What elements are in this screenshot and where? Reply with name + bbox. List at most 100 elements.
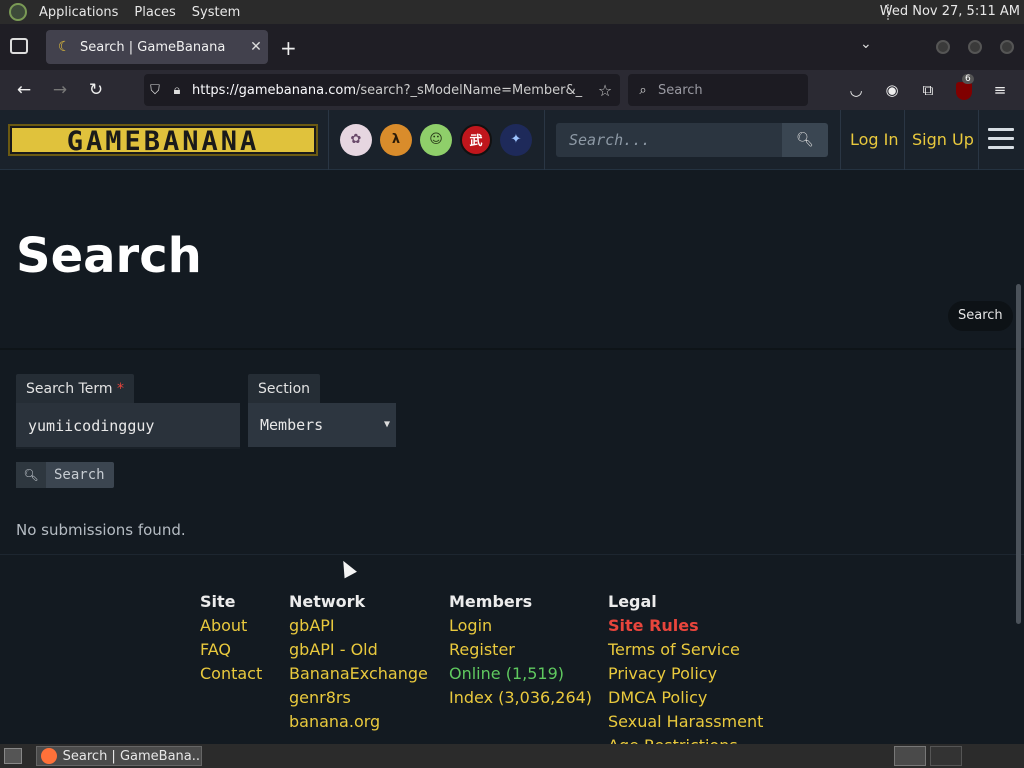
search-term-label: Search Term * — [16, 374, 134, 404]
footer-link-privacy[interactable]: Privacy Policy — [608, 662, 763, 686]
gamebanana-logo[interactable]: GAMEBANANA — [8, 124, 318, 157]
firefox-icon — [41, 748, 57, 764]
page-scrollbar[interactable] — [1016, 284, 1021, 624]
search-term-input[interactable]: yumiicodingguy — [16, 403, 240, 449]
banana-favicon-icon: ☾ — [58, 39, 71, 55]
new-tab-icon[interactable]: + — [280, 36, 297, 60]
search-submit-button[interactable]: 🔍︎ Search — [16, 462, 114, 488]
footer-link-genr8rs[interactable]: genr8rs — [289, 686, 428, 710]
footer-heading: Legal — [608, 592, 657, 611]
chevron-down-icon: ▼ — [383, 419, 390, 430]
header-separator — [840, 110, 841, 170]
footer-link-about[interactable]: About — [200, 614, 262, 638]
search-icon: ⌕ — [639, 82, 647, 98]
footer-link-bananaexchange[interactable]: BananaExchange — [289, 662, 428, 686]
character-avatar-icon[interactable]: ✿ — [340, 124, 372, 156]
header-separator — [328, 110, 329, 170]
applications-logo-icon[interactable] — [9, 3, 27, 21]
footer-column-site: Site About FAQ Contact — [200, 590, 262, 686]
site-search-button[interactable]: 🔍︎ — [782, 123, 828, 157]
search-term-label-text: Search Term — [26, 381, 113, 397]
browser-tab-bar: ☾ Search | GameBanana ✕ + ⌄ — [0, 24, 1024, 70]
chevron-down-icon[interactable]: ⌄ — [860, 36, 872, 52]
footer-heading: Members — [449, 592, 533, 611]
header-separator — [904, 110, 905, 170]
footer-link-dmca[interactable]: DMCA Policy — [608, 686, 763, 710]
navigation-toolbar: ← → ↻ ⛉ 🔒︎ https://gamebanana.com/search… — [0, 70, 1024, 110]
workspace-2-button[interactable] — [930, 746, 962, 766]
minimize-window-icon[interactable] — [936, 40, 950, 54]
footer-divider — [0, 554, 1024, 555]
footer-link-index[interactable]: Index (3,036,264) — [449, 686, 592, 710]
footer-link-age-restrictions[interactable]: Age Restrictions — [608, 734, 763, 744]
no-results-message: No submissions found. — [16, 521, 186, 539]
url-bar[interactable]: ⛉ 🔒︎ https://gamebanana.com/search?_sMod… — [144, 74, 620, 106]
sign-up-link[interactable]: Sign Up — [912, 130, 974, 149]
section-label: Section — [248, 374, 321, 404]
account-icon[interactable]: ◉ — [880, 78, 904, 102]
back-arrow-icon[interactable]: ← — [12, 78, 36, 102]
divider — [0, 348, 1024, 350]
required-marker: * — [116, 381, 124, 397]
anime-game-icon[interactable]: ✦ — [500, 124, 532, 156]
places-menu[interactable]: Places — [130, 5, 179, 20]
forward-arrow-icon[interactable]: → — [48, 78, 72, 102]
pocket-icon[interactable]: ◡ — [844, 78, 868, 102]
footer-link-terms[interactable]: Terms of Service — [608, 638, 763, 662]
workspace-1-button[interactable] — [894, 746, 926, 766]
system-menu[interactable]: System — [188, 5, 244, 20]
footer-link-contact[interactable]: Contact — [200, 662, 262, 686]
site-header: GAMEBANANA ✿ λ ☺ 武 ✦ Search... 🔍︎ Log In… — [0, 110, 1024, 170]
page-title: Search — [16, 228, 202, 284]
search-submit-label: Search — [54, 467, 105, 483]
footer-link-sexual-harassment[interactable]: Sexual Harassment — [608, 710, 763, 734]
footer-link-site-rules[interactable]: Site Rules — [608, 614, 763, 638]
breadcrumb[interactable]: Search — [948, 301, 1013, 331]
footer-link-register[interactable]: Register — [449, 638, 592, 662]
footer-link-gbapi[interactable]: gbAPI — [289, 614, 428, 638]
clock[interactable]: Wed Nov 27, 5:11 AM — [880, 4, 1020, 19]
webpage: GAMEBANANA ✿ λ ☺ 武 ✦ Search... 🔍︎ Log In… — [0, 110, 1024, 744]
ublock-origin-icon[interactable] — [956, 82, 972, 100]
browser-search-input[interactable]: ⌕ Search — [628, 74, 808, 106]
footer-link-login[interactable]: Login — [449, 614, 592, 638]
footer-column-legal: Legal Site Rules Terms of Service Privac… — [608, 590, 763, 744]
footer-link-online[interactable]: Online (1,519) — [449, 662, 592, 686]
magnifier-icon: 🔍︎ — [796, 132, 814, 148]
magnifier-icon: 🔍︎ — [16, 462, 46, 488]
tab-gamebanana-search[interactable]: ☾ Search | GameBanana ✕ — [46, 30, 268, 64]
lock-icon[interactable]: 🔒︎ — [166, 83, 188, 98]
bookmark-star-icon[interactable]: ☆ — [590, 81, 620, 100]
baldi-icon[interactable]: ☺ — [420, 124, 452, 156]
url-path: /search?_sModelName=Member&_ — [356, 82, 583, 98]
maximize-window-icon[interactable] — [968, 40, 982, 54]
taskbar-window-label: Search | GameBana... — [62, 748, 201, 764]
close-window-icon[interactable] — [1000, 40, 1014, 54]
footer-link-faq[interactable]: FAQ — [200, 638, 262, 662]
extensions-icon[interactable]: ⧉ — [916, 78, 940, 102]
footer-link-gbapi-old[interactable]: gbAPI - Old — [289, 638, 428, 662]
section-select[interactable]: Members ▼ — [248, 403, 396, 447]
footer-column-network: Network gbAPI gbAPI - Old BananaExchange… — [289, 590, 428, 734]
applications-menu[interactable]: Applications — [35, 5, 122, 20]
reload-icon[interactable]: ↻ — [84, 78, 108, 102]
tab-list-icon[interactable] — [10, 38, 28, 54]
hamburger-menu-icon[interactable]: ≡ — [988, 78, 1012, 102]
bottom-taskbar: Search | GameBana... — [0, 744, 1024, 768]
log-in-link[interactable]: Log In — [850, 130, 899, 149]
close-tab-icon[interactable]: ✕ — [244, 39, 268, 55]
footer-column-members: Members Login Register Online (1,519) In… — [449, 590, 592, 710]
url-host: https://gamebanana.com — [192, 82, 357, 98]
wu-icon[interactable]: 武 — [460, 124, 492, 156]
url-text[interactable]: https://gamebanana.com/search?_sModelNam… — [192, 83, 590, 98]
show-desktop-icon[interactable] — [4, 748, 22, 764]
site-search-input[interactable]: Search... — [556, 123, 782, 157]
footer-link-banana-org[interactable]: banana.org — [289, 710, 428, 734]
header-separator — [544, 110, 545, 170]
shield-icon[interactable]: ⛉ — [144, 83, 166, 98]
half-life-2-icon[interactable]: λ — [380, 124, 412, 156]
tab-title: Search | GameBanana — [80, 39, 226, 55]
browser-search-placeholder: Search — [658, 82, 703, 98]
site-menu-icon[interactable] — [988, 128, 1014, 152]
taskbar-window-button[interactable]: Search | GameBana... — [36, 746, 202, 766]
